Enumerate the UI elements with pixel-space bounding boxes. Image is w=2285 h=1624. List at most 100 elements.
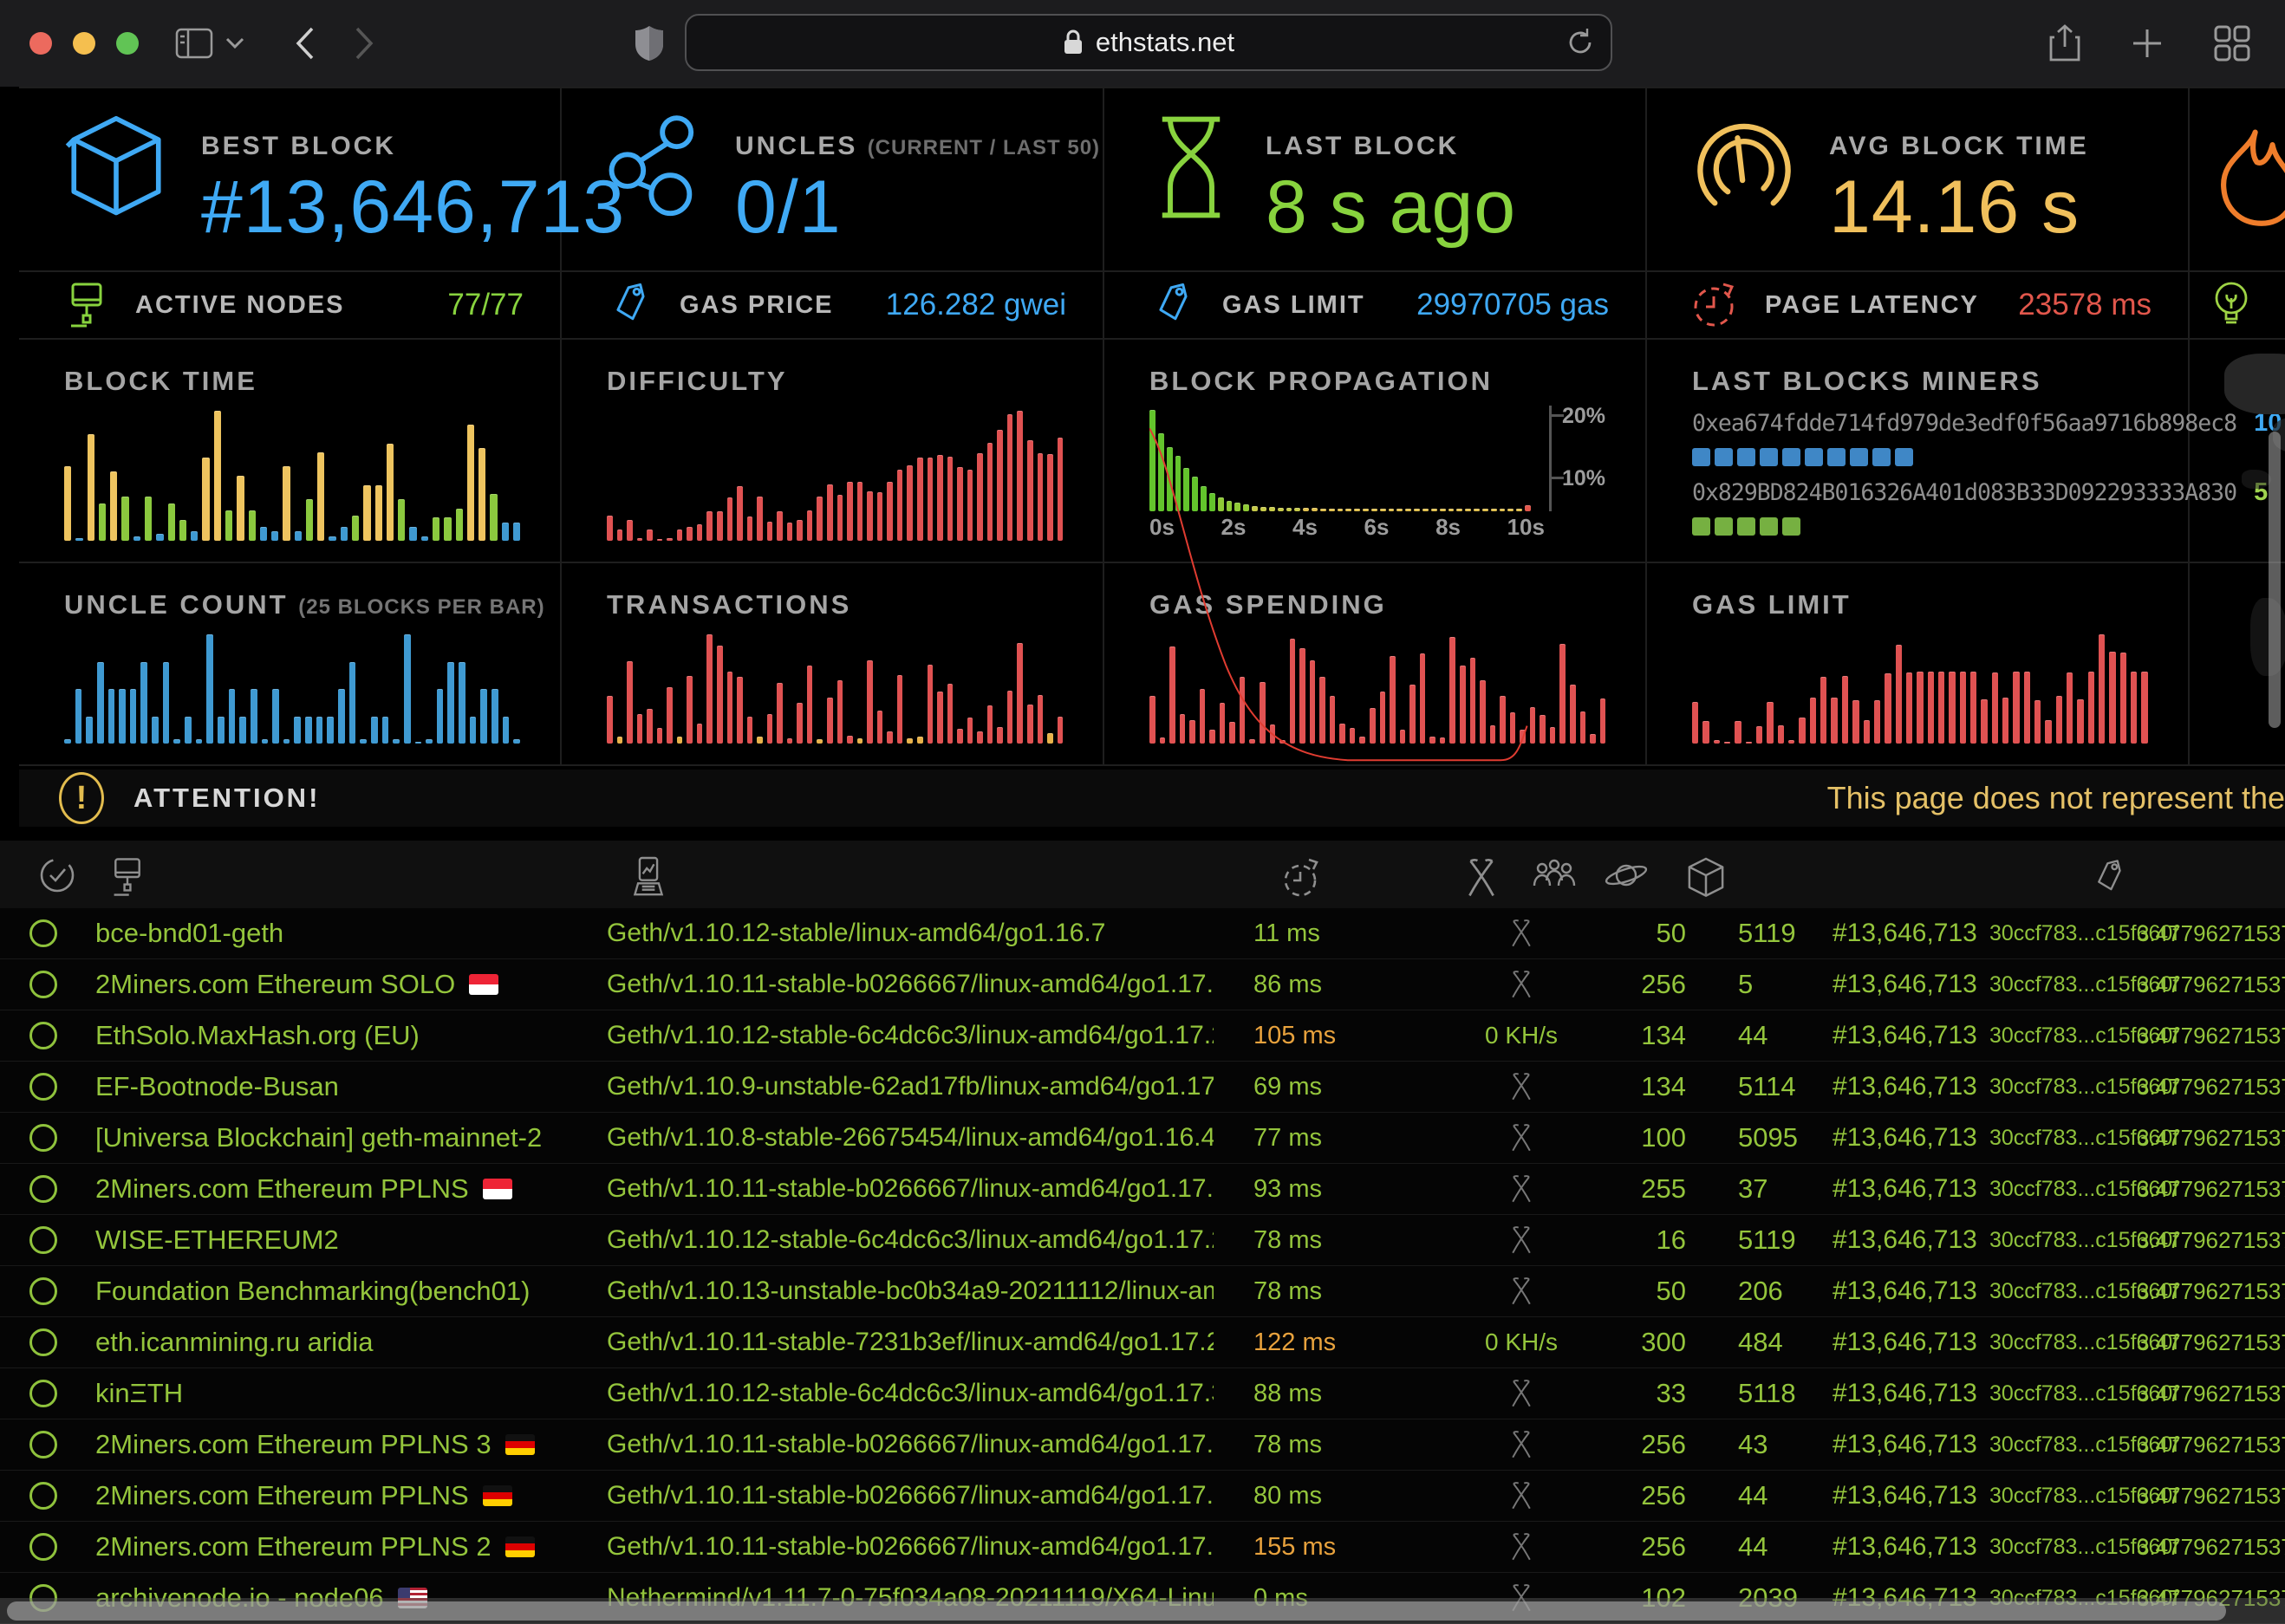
node-row[interactable]: kinΞTHGeth/v1.10.12-stable-6c4dc6c3/linu… [0,1368,2285,1419]
last-block-number[interactable]: #13,646,713 [1812,1021,1989,1050]
last-block-number[interactable]: #13,646,713 [1812,970,1989,999]
difficulty-bar [917,458,923,541]
node-row[interactable]: WISE-ETHEREUM2Geth/v1.10.12-stable-6c4dc… [0,1215,2285,1266]
node-name[interactable]: 2Miners.com Ethereum SOLO [87,969,607,1000]
node-row[interactable]: [Universa Blockchain] geth-mainnet-2Geth… [0,1113,2285,1164]
last-block-number[interactable]: #13,646,713 [1812,1276,1989,1306]
block_propagation-bar [1149,410,1156,511]
node-name[interactable]: bce-bnd01-geth [87,918,607,949]
block-hash[interactable]: 30ccf783...c15f660f [1989,1381,2137,1406]
close-window-button[interactable] [29,32,52,55]
node-name[interactable]: 2Miners.com Ethereum PPLNS [87,1480,607,1511]
pin-node-toggle[interactable] [29,1431,57,1458]
block_time-bar [409,527,416,541]
node-row[interactable]: 2Miners.com Ethereum SOLOGeth/v1.10.11-s… [0,959,2285,1010]
node-row[interactable]: 2Miners.com Ethereum PPLNS 2Geth/v1.10.1… [0,1522,2285,1573]
pin-node-toggle[interactable] [29,1124,57,1152]
node-row[interactable]: EthSolo.MaxHash.org (EU)Geth/v1.10.12-st… [0,1010,2285,1062]
block-hash[interactable]: 30ccf783...c15f660f [1989,1535,2137,1560]
block-hash[interactable]: 30ccf783...c15f660f [1989,1075,2137,1100]
block-hash[interactable]: 30ccf783...c15f660f [1989,1279,2137,1304]
node-row[interactable]: Foundation Benchmarking(bench01)Geth/v1.… [0,1266,2285,1317]
block_time-bar [317,452,324,541]
forward-button[interactable] [354,26,374,61]
block-hash[interactable]: 30ccf783...c15f660f [1989,921,2137,946]
block-hash[interactable]: 30ccf783...c15f660f [1989,1484,2137,1509]
node-row[interactable]: 2Miners.com Ethereum PPLNSGeth/v1.10.11-… [0,1164,2285,1215]
node-name[interactable]: [Universa Blockchain] geth-mainnet-2 [87,1122,607,1153]
node-name[interactable]: EF-Bootnode-Busan [87,1071,607,1102]
block-hash[interactable]: 30ccf783...c15f660f [1989,1126,2137,1151]
new-tab-icon[interactable] [2131,27,2164,60]
y-axis-label-10: 10% [1562,466,1605,491]
node-row[interactable]: eth.icanmining.ru aridiaGeth/v1.10.11-st… [0,1317,2285,1368]
pin-node-toggle[interactable] [29,1073,57,1101]
block_time-bar [237,476,244,541]
pin-node-toggle[interactable] [29,1380,57,1407]
client-version: Geth/v1.10.12-stable-6c4dc6c3/linux-amd6… [607,1379,1214,1408]
pin-node-toggle[interactable] [29,971,57,998]
pin-node-toggle[interactable] [29,1022,57,1049]
pin-node-toggle[interactable] [29,1328,57,1356]
address-bar[interactable]: ethstats.net [685,14,1612,71]
sidebar-chevron-down-icon[interactable] [225,37,244,49]
minimize-window-button[interactable] [73,32,95,55]
last-block-number[interactable]: #13,646,713 [1812,1225,1989,1255]
node-name[interactable]: 2Miners.com Ethereum PPLNS 3 [87,1429,607,1460]
node-row[interactable]: bce-bnd01-gethGeth/v1.10.12-stable/linux… [0,908,2285,959]
node-row[interactable]: EF-Bootnode-BusanGeth/v1.10.9-unstable-6… [0,1062,2285,1113]
block_propagation-bar [1312,508,1318,511]
reload-icon[interactable] [1566,26,1595,59]
sidebar-toggle-icon[interactable] [175,28,213,59]
block-hash[interactable]: 30ccf783...c15f660f [1989,1432,2137,1458]
block-hash[interactable]: 30ccf783...c15f660f [1989,1330,2137,1355]
share-icon[interactable] [2049,24,2080,62]
pin-node-toggle[interactable] [29,1277,57,1305]
miner-address[interactable]: 0x829BD824B016326A401d083B33D092293333A8… [1692,479,2236,506]
pin-node-toggle[interactable] [29,1175,57,1203]
last-block-number[interactable]: #13,646,713 [1812,919,1989,948]
node-name[interactable]: 2Miners.com Ethereum PPLNS 2 [87,1531,607,1562]
uncle_count-bar [196,739,203,744]
block-hash[interactable]: 30ccf783...c15f660f [1989,972,2137,997]
last-block-number[interactable]: #13,646,713 [1812,1174,1989,1204]
block-hash[interactable]: 30ccf783...c15f660f [1989,1228,2137,1253]
gas_limit-bar [2002,698,2008,744]
node-name[interactable]: 2Miners.com Ethereum PPLNS [87,1173,607,1205]
total-difficulty-column-icon [2089,856,2129,900]
node-name[interactable]: EthSolo.MaxHash.org (EU) [87,1020,607,1051]
block-hash[interactable]: 30ccf783...c15f660f [1989,1177,2137,1202]
last-blocks-miners-title: LAST BLOCKS MINERS [1692,366,2148,397]
last-block-number[interactable]: #13,646,713 [1812,1328,1989,1357]
last-block-number[interactable]: #13,646,713 [1812,1532,1989,1562]
pin-node-toggle[interactable] [29,1482,57,1510]
tab-overview-icon[interactable] [2214,25,2250,62]
mining-status [1506,1429,1537,1460]
block-hash[interactable]: 30ccf783...c15f660f [1989,1023,2137,1049]
node-name[interactable]: Foundation Benchmarking(bench01) [87,1276,607,1307]
gas_limit-bar [2120,653,2126,744]
back-button[interactable] [295,26,316,61]
uncle_count-bar [130,689,137,744]
last-block-number[interactable]: #13,646,713 [1812,1123,1989,1153]
miner-address[interactable]: 0xea674fdde714fd979de3edf0f56aa9716b898e… [1692,410,2236,437]
pin-node-toggle[interactable] [29,1226,57,1254]
last-block-number[interactable]: #13,646,713 [1812,1379,1989,1408]
last-block-number[interactable]: #13,646,713 [1812,1481,1989,1510]
zoom-window-button[interactable] [116,32,139,55]
node-row[interactable]: 2Miners.com Ethereum PPLNS 3Geth/v1.10.1… [0,1419,2285,1471]
pin-node-toggle[interactable] [29,919,57,947]
last-block-number[interactable]: #13,646,713 [1812,1430,1989,1459]
horizontal-scrollbar[interactable] [0,1598,2285,1624]
block_time-bar [341,527,348,541]
last-block-number[interactable]: #13,646,713 [1812,1072,1989,1101]
node-row[interactable]: 2Miners.com Ethereum PPLNSGeth/v1.10.11-… [0,1471,2285,1522]
block_propagation-bar [1260,507,1266,511]
vertical-scrollbar[interactable] [2269,432,2281,728]
difficulty-chart [607,411,1063,541]
node-name[interactable]: kinΞTH [87,1378,607,1409]
pin-node-toggle[interactable] [29,1533,57,1561]
node-name[interactable]: eth.icanmining.ru aridia [87,1327,607,1358]
node-name[interactable]: WISE-ETHEREUM2 [87,1224,607,1256]
privacy-shield-icon[interactable] [635,25,664,62]
